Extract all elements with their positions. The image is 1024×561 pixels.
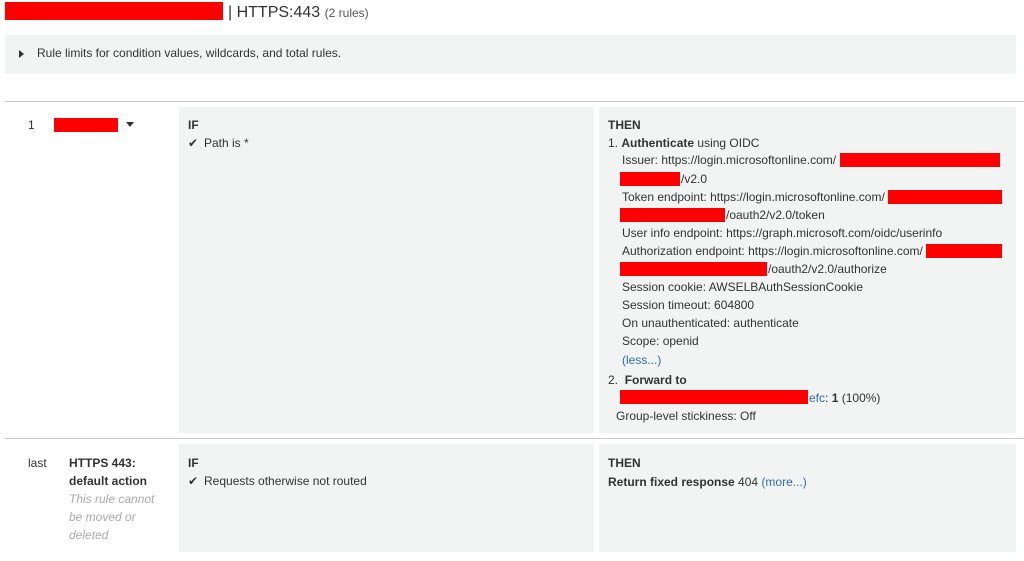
redacted-listener-name	[5, 2, 223, 20]
redacted-tenant-id	[888, 190, 1002, 204]
weight-separator: :	[825, 391, 832, 405]
caret-down-icon[interactable]	[126, 122, 134, 127]
session-cookie-line: Session cookie: AWSELBAuthSessionCookie	[622, 280, 864, 294]
redacted-tenant-id	[620, 208, 725, 222]
condition-line: ✔ Requests otherwise not routed	[188, 474, 367, 488]
rule-count: (2 rules)	[324, 6, 369, 20]
session-timeout-line: Session timeout: 604800	[622, 298, 755, 312]
rule-note: deleted	[69, 528, 109, 542]
redacted-rule-name	[54, 118, 118, 132]
auth-suffix: using OIDC	[697, 136, 760, 150]
issuer-tail: /v2.0	[681, 172, 708, 186]
redacted-tenant-id	[620, 262, 767, 276]
default-if-cell: IF ✔ Requests otherwise not routed	[179, 444, 594, 552]
scope-line: Scope: openid	[622, 334, 699, 348]
action-index: 1.	[608, 136, 619, 150]
forward-action-line: 2. Forward to	[608, 373, 687, 387]
check-icon: ✔	[188, 474, 199, 488]
more-link[interactable]: (more...)	[761, 475, 806, 489]
less-link[interactable]: (less...)	[622, 353, 661, 367]
then-heading: THEN	[608, 456, 641, 470]
condition-text: Requests otherwise not routed	[204, 474, 367, 488]
listener-port-label: | HTTPS:443	[228, 4, 321, 21]
auth-label: Authenticate	[621, 136, 695, 150]
listener-title: | HTTPS:443 (2 rules)	[228, 4, 369, 22]
action-label: Return fixed response	[608, 475, 735, 489]
rule-number: 1	[28, 118, 35, 132]
fixed-response-line: Return fixed response 404 (more...)	[608, 475, 807, 489]
userinfo-endpoint-line: User info endpoint: https://graph.micros…	[622, 226, 943, 240]
rule-number: last	[28, 456, 47, 470]
rule-limits-expander[interactable]: Rule limits for condition values, wildca…	[5, 35, 1016, 74]
rule-limits-label: Rule limits for condition values, wildca…	[37, 46, 342, 60]
caret-right-icon	[19, 50, 24, 58]
condition-line: ✔ Path is *	[188, 136, 249, 150]
rule-note: This rule cannot	[69, 492, 155, 506]
condition-text: Path is *	[204, 136, 249, 150]
token-endpoint-tail: /oauth2/v2.0/token	[726, 208, 825, 222]
rule-name-line1: HTTPS 443:	[69, 456, 136, 470]
target-group-link[interactable]: efc	[809, 391, 825, 405]
rule-note: be moved or	[69, 510, 136, 524]
rule1-then-cell: THEN 1. Authenticate using OIDC Issuer: …	[599, 107, 1016, 433]
then-heading: THEN	[608, 118, 641, 132]
redacted-tenant-id	[620, 172, 680, 186]
rule1-if-cell: IF ✔ Path is *	[179, 107, 594, 433]
check-icon: ✔	[188, 136, 199, 150]
redacted-tenant-id	[840, 153, 1000, 167]
on-unauthenticated-line: On unauthenticated: authenticate	[622, 316, 799, 330]
response-code: 404	[738, 475, 759, 489]
auth-action-line: 1. Authenticate using OIDC	[608, 136, 759, 150]
authorization-endpoint-line: Authorization endpoint: https://login.mi…	[622, 244, 923, 258]
rule-name-line2: default action	[69, 474, 148, 488]
redacted-tenant-id	[926, 244, 1002, 258]
divider	[5, 438, 1024, 439]
authorization-endpoint-tail: /oauth2/v2.0/authorize	[768, 262, 887, 276]
action-index: 2.	[608, 373, 619, 387]
divider	[5, 101, 1024, 102]
if-heading: IF	[188, 456, 199, 470]
target-weight: 1	[831, 391, 839, 405]
default-then-cell: THEN Return fixed response 404 (more...)	[599, 444, 1016, 552]
forward-label: Forward to	[624, 373, 687, 387]
target-percentage: (100%)	[841, 391, 881, 405]
target-group-line: efc: 1 (100%)	[809, 391, 880, 405]
if-heading: IF	[188, 118, 199, 132]
token-endpoint-line: Token endpoint: https://login.microsofto…	[622, 190, 885, 204]
redacted-target-group	[620, 390, 808, 404]
issuer-line: Issuer: https://login.microsoftonline.co…	[622, 153, 837, 167]
stickiness-line: Group-level stickiness: Off	[616, 409, 756, 423]
